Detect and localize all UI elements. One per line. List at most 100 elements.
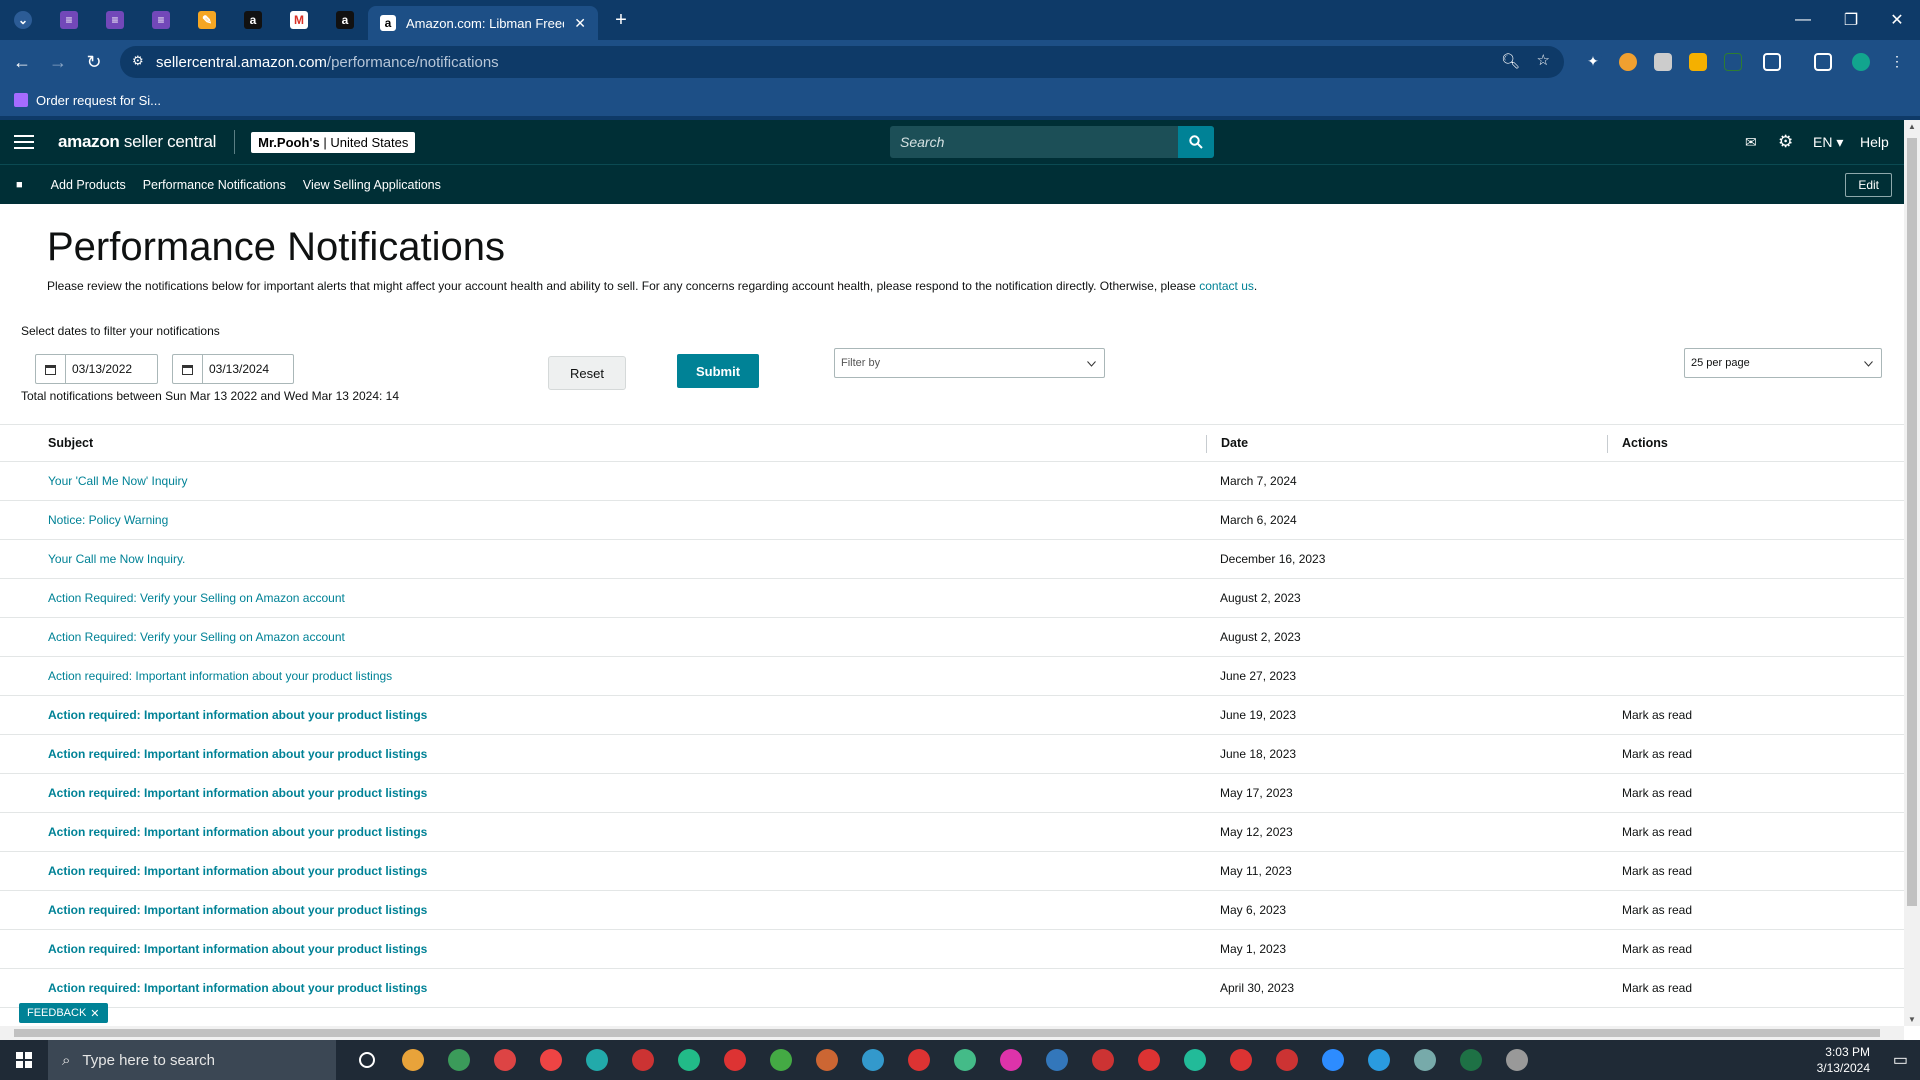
mail-icon[interactable]: ✉ (1745, 120, 1757, 164)
settings-gear-icon[interactable]: ⚙ (1778, 120, 1793, 164)
store-switcher[interactable]: Mr.Pooh's | United States (251, 131, 416, 153)
tab-amazon-1[interactable]: a (230, 0, 276, 40)
close-icon[interactable]: ✕ (90, 1007, 99, 1020)
taskbar-app-icon[interactable] (1218, 1040, 1264, 1080)
notification-subject-link[interactable]: Action required: Important information a… (48, 864, 427, 878)
extension-orange-icon[interactable] (1619, 53, 1637, 71)
taskbar-app-icon[interactable] (574, 1040, 620, 1080)
reload-icon[interactable]: ↻ (76, 44, 112, 80)
calendar-icon[interactable] (36, 355, 66, 383)
header-date[interactable]: Date (1221, 436, 1248, 450)
notification-subject-link[interactable]: Your Call me Now Inquiry. (48, 552, 185, 566)
system-clock[interactable]: 3:03 PM 3/13/2024 (1817, 1044, 1870, 1076)
extension-green-icon[interactable] (1724, 53, 1742, 71)
notification-subject-link[interactable]: Action required: Important information a… (48, 825, 427, 839)
scroll-up-icon[interactable]: ▲ (1908, 122, 1916, 131)
notification-subject-link[interactable]: Action required: Important information a… (48, 708, 427, 722)
column-resize-handle[interactable] (1206, 435, 1207, 453)
scrollbar-thumb[interactable] (14, 1029, 1880, 1037)
search-input[interactable] (890, 126, 1178, 158)
mark-as-read-link[interactable]: Mark as read (1622, 903, 1692, 917)
menu-dots-icon[interactable]: ⋮ (1888, 53, 1906, 71)
notification-subject-link[interactable]: Notice: Policy Warning (48, 513, 168, 527)
help-link[interactable]: Help (1860, 120, 1889, 164)
tab-amazon-2[interactable]: a (322, 0, 368, 40)
tab-forms-1[interactable]: ≡ (46, 0, 92, 40)
taskbar-app-icon[interactable] (1126, 1040, 1172, 1080)
edit-button[interactable]: Edit (1845, 173, 1892, 197)
horizontal-scrollbar[interactable] (0, 1026, 1904, 1040)
notification-subject-link[interactable]: Action required: Important information a… (48, 786, 427, 800)
end-date-field[interactable]: 03/13/2024 (172, 354, 294, 384)
filter-by-select[interactable]: Filter by (834, 348, 1105, 378)
taskbar-app-icon[interactable] (666, 1040, 712, 1080)
mark-as-read-link[interactable]: Mark as read (1622, 786, 1692, 800)
site-info-icon[interactable]: ⚙ (132, 53, 144, 69)
mark-as-read-link[interactable]: Mark as read (1622, 942, 1692, 956)
extension-puzzle-icon[interactable]: ✦ (1584, 53, 1602, 71)
mark-as-read-link[interactable]: Mark as read (1622, 981, 1692, 995)
bookmark-icon[interactable]: ■ (16, 179, 23, 191)
taskbar-app-icon[interactable] (436, 1040, 482, 1080)
nav-performance-notifications[interactable]: Performance Notifications (143, 178, 286, 192)
tab-active[interactable]: a Amazon.com: Libman Freedom ✕ (368, 6, 598, 40)
scrollbar-thumb[interactable] (1907, 138, 1917, 906)
notification-subject-link[interactable]: Your 'Call Me Now' Inquiry (48, 474, 188, 488)
taskbar-app-icon[interactable] (1310, 1040, 1356, 1080)
hamburger-menu-icon[interactable] (14, 135, 34, 149)
extensions-icon[interactable] (1763, 53, 1781, 71)
taskbar-app-icon[interactable] (942, 1040, 988, 1080)
column-resize-handle[interactable] (1607, 435, 1608, 453)
back-icon[interactable]: ← (4, 44, 40, 80)
extension-js-icon[interactable] (1689, 53, 1707, 71)
taskbar-app-icon[interactable] (850, 1040, 896, 1080)
feedback-tab[interactable]: FEEDBACK ✕ (19, 1003, 108, 1023)
zoom-icon[interactable]: 🔍︎ (1501, 52, 1520, 70)
scroll-down-icon[interactable]: ▼ (1908, 1015, 1916, 1024)
taskbar-app-icon[interactable] (620, 1040, 666, 1080)
notification-subject-link[interactable]: Action Required: Verify your Selling on … (48, 630, 345, 644)
notification-subject-link[interactable]: Action required: Important information a… (48, 903, 427, 917)
mark-as-read-link[interactable]: Mark as read (1622, 747, 1692, 761)
taskbar-app-icon[interactable] (988, 1040, 1034, 1080)
taskbar-app-icon[interactable] (1264, 1040, 1310, 1080)
nav-view-selling-applications[interactable]: View Selling Applications (303, 178, 441, 192)
windows-start-icon[interactable] (0, 1040, 48, 1080)
bookmark-item[interactable]: Order request for Si... (36, 93, 161, 108)
notification-subject-link[interactable]: Action Required: Verify your Selling on … (48, 591, 345, 605)
header-subject[interactable]: Subject (48, 436, 93, 450)
taskbar-app-icon[interactable] (344, 1040, 390, 1080)
language-selector[interactable]: EN ▾ (1813, 120, 1843, 164)
close-tab-icon[interactable]: ✕ (574, 15, 586, 32)
taskbar-app-icon[interactable] (1080, 1040, 1126, 1080)
start-date-field[interactable]: 03/13/2022 (35, 354, 158, 384)
close-window-button[interactable]: ✕ (1874, 0, 1920, 40)
notifications-icon[interactable]: ▭ (1893, 1050, 1908, 1070)
search-button[interactable] (1178, 126, 1214, 158)
taskbar-app-icon[interactable] (390, 1040, 436, 1080)
seller-central-logo[interactable]: amazon seller central (58, 132, 216, 152)
taskbar-app-icon[interactable] (896, 1040, 942, 1080)
vertical-scrollbar[interactable]: ▲ ▼ (1904, 120, 1920, 1026)
tab-app[interactable]: ✎ (184, 0, 230, 40)
tab-forms-2[interactable]: ≡ (92, 0, 138, 40)
per-page-select[interactable]: 25 per page (1684, 348, 1882, 378)
taskbar-app-icon[interactable] (482, 1040, 528, 1080)
tab-gmail[interactable]: M (276, 0, 322, 40)
taskbar-app-icon[interactable] (1356, 1040, 1402, 1080)
mark-as-read-link[interactable]: Mark as read (1622, 825, 1692, 839)
tab-forms-3[interactable]: ≡ (138, 0, 184, 40)
taskbar-app-icon[interactable] (758, 1040, 804, 1080)
taskbar-app-icon[interactable] (712, 1040, 758, 1080)
notification-subject-link[interactable]: Action required: Important information a… (48, 942, 427, 956)
taskbar-app-icon[interactable] (1494, 1040, 1540, 1080)
taskbar-app-icon[interactable] (1172, 1040, 1218, 1080)
extension-grey-icon[interactable] (1654, 53, 1672, 71)
taskbar-app-icon[interactable] (528, 1040, 574, 1080)
minimize-button[interactable]: — (1780, 0, 1826, 40)
taskbar-app-icon[interactable] (1034, 1040, 1080, 1080)
notification-subject-link[interactable]: Action required: Important information a… (48, 747, 427, 761)
notification-subject-link[interactable]: Action required: Important information a… (48, 669, 392, 683)
calendar-icon[interactable] (173, 355, 203, 383)
tab-search-button[interactable]: ⌄ (0, 0, 46, 40)
